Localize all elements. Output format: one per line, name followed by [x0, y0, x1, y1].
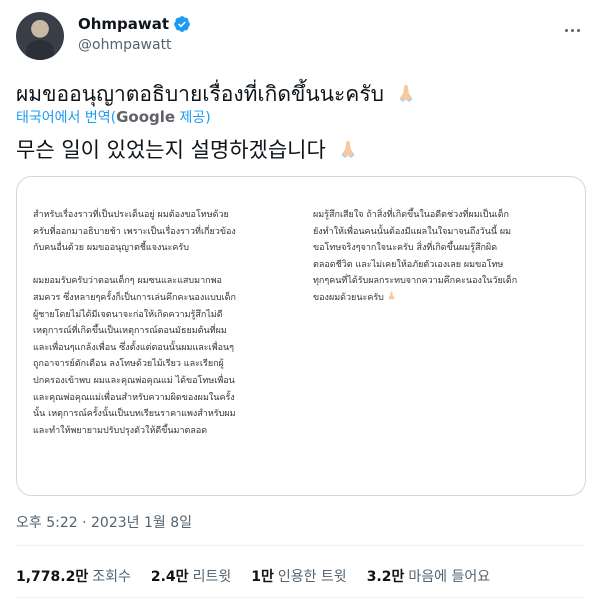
more-options-icon[interactable] — [560, 18, 584, 42]
author-handle[interactable]: @ohmpawatt — [78, 37, 172, 53]
statement-line: ถูกอาจารย์ตักเตือน ลงโทษด้วยไม้เรียว และ… — [33, 359, 224, 370]
tweet-timestamp[interactable]: 오후 5:22 · 2023년 1월 8일 — [16, 512, 192, 532]
author-name[interactable]: Ohmpawat — [78, 15, 169, 33]
translation-prefix: 태국어에서 번역( — [16, 110, 117, 126]
statement-line: นั้น เหตุการณ์ครั้งนั้นเป็นบทเรียนราคาแพ… — [33, 409, 236, 420]
tweet-stats: 1,778.2만 조회수 2.4만 리트윗 1만 인용한 트윗 3.2만 마음에 들어요 — [16, 566, 490, 586]
tweet-text-korean: 무슨 일이 있었는지 설명하겠습니다 — [16, 138, 326, 162]
stat-label: 조회수 — [92, 569, 131, 585]
divider — [16, 597, 584, 598]
stat-count: 3.2만 — [366, 569, 405, 585]
stat-count: 1만 — [251, 569, 274, 585]
statement-line: สมควร ซึ่งหลายๆครั้งก็เป็นการเล่นคึกคะนอ… — [33, 292, 236, 303]
statement-line: และทำให้พยายามปรับปรุงตัวให้ดีขึ้นมาตลอด — [33, 425, 208, 436]
folded-hands-emoji-icon — [388, 291, 395, 300]
statement-line: ขอโทษจริงๆจากใจนะครับ สิ่งที่เกิดขึ้นผมร… — [313, 243, 498, 254]
statement-gap — [33, 257, 236, 274]
translation-suffix: 제공) — [175, 110, 211, 126]
tweet-header: Ohmpawat @ohmpawatt — [16, 12, 584, 64]
statement-line: ครับที่ออกมาอธิบายช้า เพราะเป็นเรื่องราว… — [33, 226, 236, 237]
stat-count: 2.4만 — [150, 569, 189, 585]
folded-hands-emoji-icon — [399, 84, 413, 103]
folded-hands-emoji-icon — [341, 140, 354, 159]
attached-statement-image[interactable]: สำหรับเรื่องราวที่เป็นประเด็นอยู่ ผมต้อง… — [16, 176, 586, 496]
statement-line: ปกครองเข้าพบ ผมและคุณพ่อคุณแม่ ได้ขอโทษเ… — [33, 375, 235, 386]
stat-likes[interactable]: 3.2만 마음에 들어요 — [367, 566, 490, 586]
statement-line: และเพื่อนๆแกล้งเพื่อน ซึ่งตั้งแต่ตอนนั้น… — [33, 342, 234, 353]
stat-views: 1,778.2만 조회수 — [16, 566, 131, 586]
stat-label: 마음에 들어요 — [408, 569, 491, 585]
author-name-row[interactable]: Ohmpawat — [78, 15, 191, 33]
statement-line-text: ของผมด้วยนะครับ — [313, 292, 384, 303]
statement-line: เหตุการณ์ที่เกิดขึ้นเป็นเหตุการณ์ตอนมัธย… — [33, 326, 227, 337]
tweet-text-translated: 무슨 일이 있었는지 설명하겠습니다 — [16, 134, 359, 164]
tweet-text-thai: ผมขออนุญาตอธิบายเรื่องที่เกิดขึ้นนะครับ — [16, 82, 384, 106]
statement-line: ทุกๆคนที่ได้รับผลกระทบจากความคึกคะนองในว… — [313, 276, 518, 287]
stat-label: 인용한 트윗 — [277, 569, 347, 585]
statement-right-column: ผมรู้สึกเสียใจ ถ้าสิ่งที่เกิดขึ้นในอดีตช… — [313, 207, 517, 307]
statement-line-last: ของผมด้วยนะครับ — [313, 290, 517, 307]
google-logo: Google — [116, 108, 176, 126]
stat-retweets[interactable]: 2.4만 리트윗 — [151, 566, 231, 586]
translation-attribution[interactable]: 태국어에서 번역(Google 제공) — [16, 107, 211, 127]
statement-line: และคุณพ่อคุณแม่เพื่อนสำหรับความผิดของผมใ… — [33, 392, 235, 403]
statement-line: ผมรู้สึกเสียใจ ถ้าสิ่งที่เกิดขึ้นในอดีตช… — [313, 210, 510, 220]
stat-count: 1,778.2만 — [16, 569, 89, 585]
stat-label: 리트윗 — [192, 569, 232, 585]
avatar[interactable] — [16, 12, 64, 60]
divider — [16, 545, 584, 546]
statement-line: ตลอดชีวิต และไม่เคยให้อภัยตัวเองเลย ผมขอ… — [313, 259, 504, 270]
stat-quote-tweets[interactable]: 1만 인용한 트윗 — [251, 566, 346, 586]
verified-badge-icon — [174, 16, 190, 32]
statement-left-column: สำหรับเรื่องราวที่เป็นประเด็นอยู่ ผมต้อง… — [33, 207, 236, 439]
statement-line: ยังทำให้เพื่อนคนนั้นต้องมีแผลในใจมาจนถึง… — [313, 226, 512, 237]
statement-line: ผู้ชายโดยไม่ได้มีเจตนาจะก่อให้เกิดความรู… — [33, 309, 223, 320]
statement-line: กับคนอื่นด้วย ผมขออนุญาตชี้แจงนะครับ — [33, 243, 189, 254]
statement-line: ผมยอมรับครับว่าตอนเด็กๆ ผมซนและแสบมากพอ — [33, 276, 222, 287]
statement-line: สำหรับเรื่องราวที่เป็นประเด็นอยู่ ผมต้อง… — [33, 210, 229, 220]
